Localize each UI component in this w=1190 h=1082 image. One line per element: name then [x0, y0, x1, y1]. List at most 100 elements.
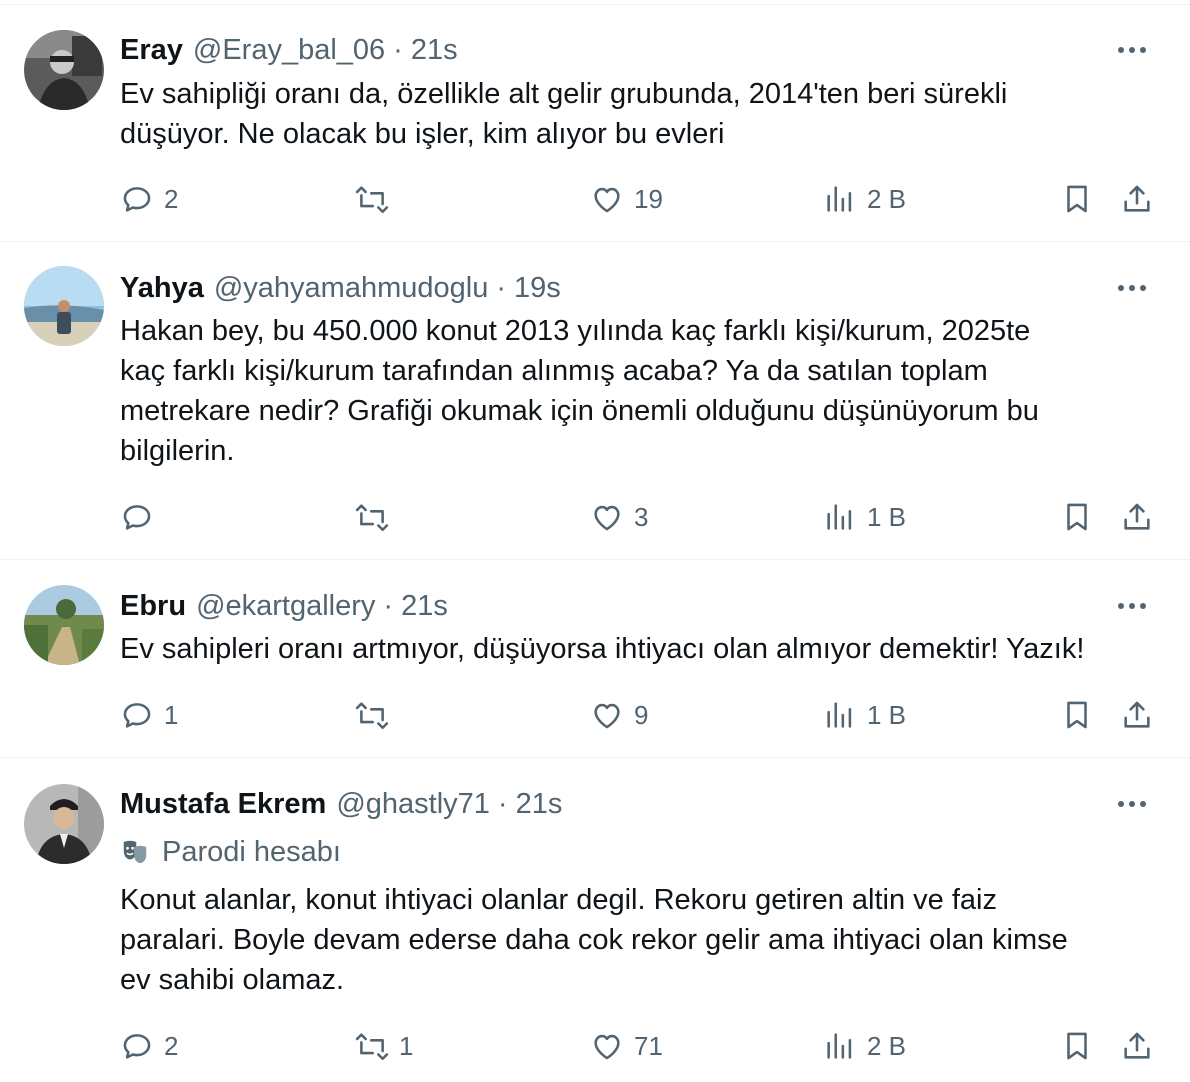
like-count: 71: [634, 1030, 663, 1061]
share-icon: [1124, 185, 1150, 212]
views-button[interactable]: 2 B: [823, 177, 906, 221]
like-button[interactable]: 71: [590, 1024, 663, 1068]
views-count: 2 B: [867, 1030, 907, 1061]
user-handle[interactable]: @yahyamahmudoglu: [214, 272, 488, 305]
share-button[interactable]: [1120, 177, 1154, 221]
user-handle[interactable]: @Eray_bal_06: [193, 34, 385, 67]
post-header: Eray @Eray_bal_06 · 21s: [120, 30, 458, 70]
views-count: 1 B: [867, 501, 907, 532]
repost-icon: [355, 504, 389, 532]
bookmark-icon: [1067, 185, 1087, 213]
display-name[interactable]: Eray: [120, 34, 183, 67]
action-bar: 1 9 1 B: [0, 693, 1190, 737]
more-icon[interactable]: [1112, 789, 1152, 819]
avatar[interactable]: [24, 30, 104, 110]
post-header: Yahya @yahyamahmudoglu · 19s: [120, 268, 561, 308]
post[interactable]: Ebru @ekartgallery · 21s Ev sahipleri or…: [0, 560, 1190, 758]
reply-feed: Eray @Eray_bal_06 · 21s Ev sahipliği ora…: [0, 0, 1190, 1082]
like-icon: [594, 187, 620, 213]
action-bar: 3 1 B: [0, 495, 1190, 539]
reply-button[interactable]: 2: [120, 1024, 178, 1068]
bookmark-button[interactable]: [1060, 1024, 1094, 1068]
post[interactable]: Yahya @yahyamahmudoglu · 19s Hakan bey, …: [0, 242, 1190, 560]
parody-badge: Parodi hesabı: [120, 834, 341, 870]
more-icon[interactable]: [1112, 35, 1152, 65]
post-text: Hakan bey, bu 450.000 konut 2013 yılında…: [120, 315, 1039, 467]
post[interactable]: Mustafa Ekrem @ghastly71 · 21s Parodi he…: [0, 758, 1190, 1082]
user-handle[interactable]: @ekartgallery: [196, 590, 375, 623]
post-text: Ev sahipliği oranı da, özellikle alt gel…: [120, 78, 1008, 150]
views-button[interactable]: 1 B: [823, 495, 906, 539]
post[interactable]: Eray @Eray_bal_06 · 21s Ev sahipliği ora…: [0, 5, 1190, 242]
like-icon: [594, 703, 620, 729]
like-icon: [594, 1034, 620, 1060]
reply-count: 1: [164, 699, 179, 730]
like-icon: [594, 505, 620, 531]
reply-icon: [123, 505, 151, 530]
bookmark-button[interactable]: [1060, 495, 1094, 539]
share-button[interactable]: [1120, 693, 1154, 737]
reply-count: 2: [164, 1030, 179, 1061]
share-icon: [1124, 1032, 1150, 1059]
timestamp[interactable]: 21s: [516, 788, 563, 821]
display-name[interactable]: Ebru: [120, 590, 186, 623]
share-button[interactable]: [1120, 495, 1154, 539]
separator-dot: ·: [496, 271, 506, 304]
user-handle[interactable]: @ghastly71: [336, 788, 490, 821]
separator-dot: ·: [393, 33, 403, 66]
repost-button[interactable]: [355, 495, 399, 539]
post-text: Ev sahipleri oranı artmıyor, düşüyorsa i…: [120, 633, 1085, 665]
views-button[interactable]: 1 B: [823, 693, 906, 737]
views-button[interactable]: 2 B: [823, 1024, 906, 1068]
post-text: Konut alanlar, konut ihtiyaci olanlar de…: [120, 884, 1068, 996]
bookmark-button[interactable]: [1060, 177, 1094, 221]
views-icon: [827, 186, 852, 212]
timestamp[interactable]: 21s: [411, 34, 458, 67]
reply-button[interactable]: 1: [120, 693, 178, 737]
repost-button[interactable]: [355, 693, 399, 737]
reply-icon: [123, 1034, 151, 1059]
repost-icon: [355, 186, 389, 214]
like-button[interactable]: 19: [590, 177, 663, 221]
more-icon[interactable]: [1112, 273, 1152, 303]
bookmark-button[interactable]: [1060, 693, 1094, 737]
like-count: 3: [634, 501, 649, 532]
timestamp[interactable]: 19s: [514, 272, 561, 305]
bookmark-icon: [1067, 1032, 1087, 1060]
timestamp[interactable]: 21s: [401, 590, 448, 623]
views-icon: [827, 1033, 852, 1059]
share-icon: [1124, 701, 1150, 728]
display-name[interactable]: Mustafa Ekrem: [120, 788, 326, 821]
action-bar: 2 19 2 B: [0, 177, 1190, 221]
views-icon: [827, 504, 852, 530]
display-name[interactable]: Yahya: [120, 272, 204, 305]
reply-button[interactable]: 2: [120, 177, 178, 221]
repost-button[interactable]: [355, 177, 399, 221]
avatar[interactable]: [24, 266, 104, 346]
separator-dot: ·: [497, 787, 508, 820]
bookmark-icon: [1067, 701, 1087, 729]
repost-icon: [355, 702, 389, 730]
views-count: 2 B: [867, 183, 907, 214]
avatar[interactable]: [24, 585, 104, 665]
post-header: Ebru @ekartgallery · 21s: [120, 586, 448, 626]
post-header: Mustafa Ekrem @ghastly71 · 21s: [120, 784, 562, 824]
more-icon[interactable]: [1112, 591, 1152, 621]
share-button[interactable]: [1120, 1024, 1154, 1068]
share-icon: [1124, 503, 1150, 530]
separator-dot: ·: [383, 589, 394, 622]
bookmark-icon: [1067, 503, 1087, 531]
views-count: 1 B: [867, 699, 907, 730]
like-count: 9: [634, 699, 649, 730]
views-icon: [827, 702, 852, 728]
reply-icon: [123, 703, 151, 728]
reply-button[interactable]: [120, 495, 164, 539]
reply-count: 2: [164, 183, 179, 214]
like-button[interactable]: 3: [590, 495, 648, 539]
repost-icon: [355, 1033, 389, 1061]
avatar[interactable]: [24, 784, 104, 864]
repost-count: 1: [399, 1030, 414, 1061]
like-button[interactable]: 9: [590, 693, 648, 737]
parody-mask-icon: [123, 840, 147, 864]
repost-button[interactable]: 1: [355, 1024, 413, 1068]
